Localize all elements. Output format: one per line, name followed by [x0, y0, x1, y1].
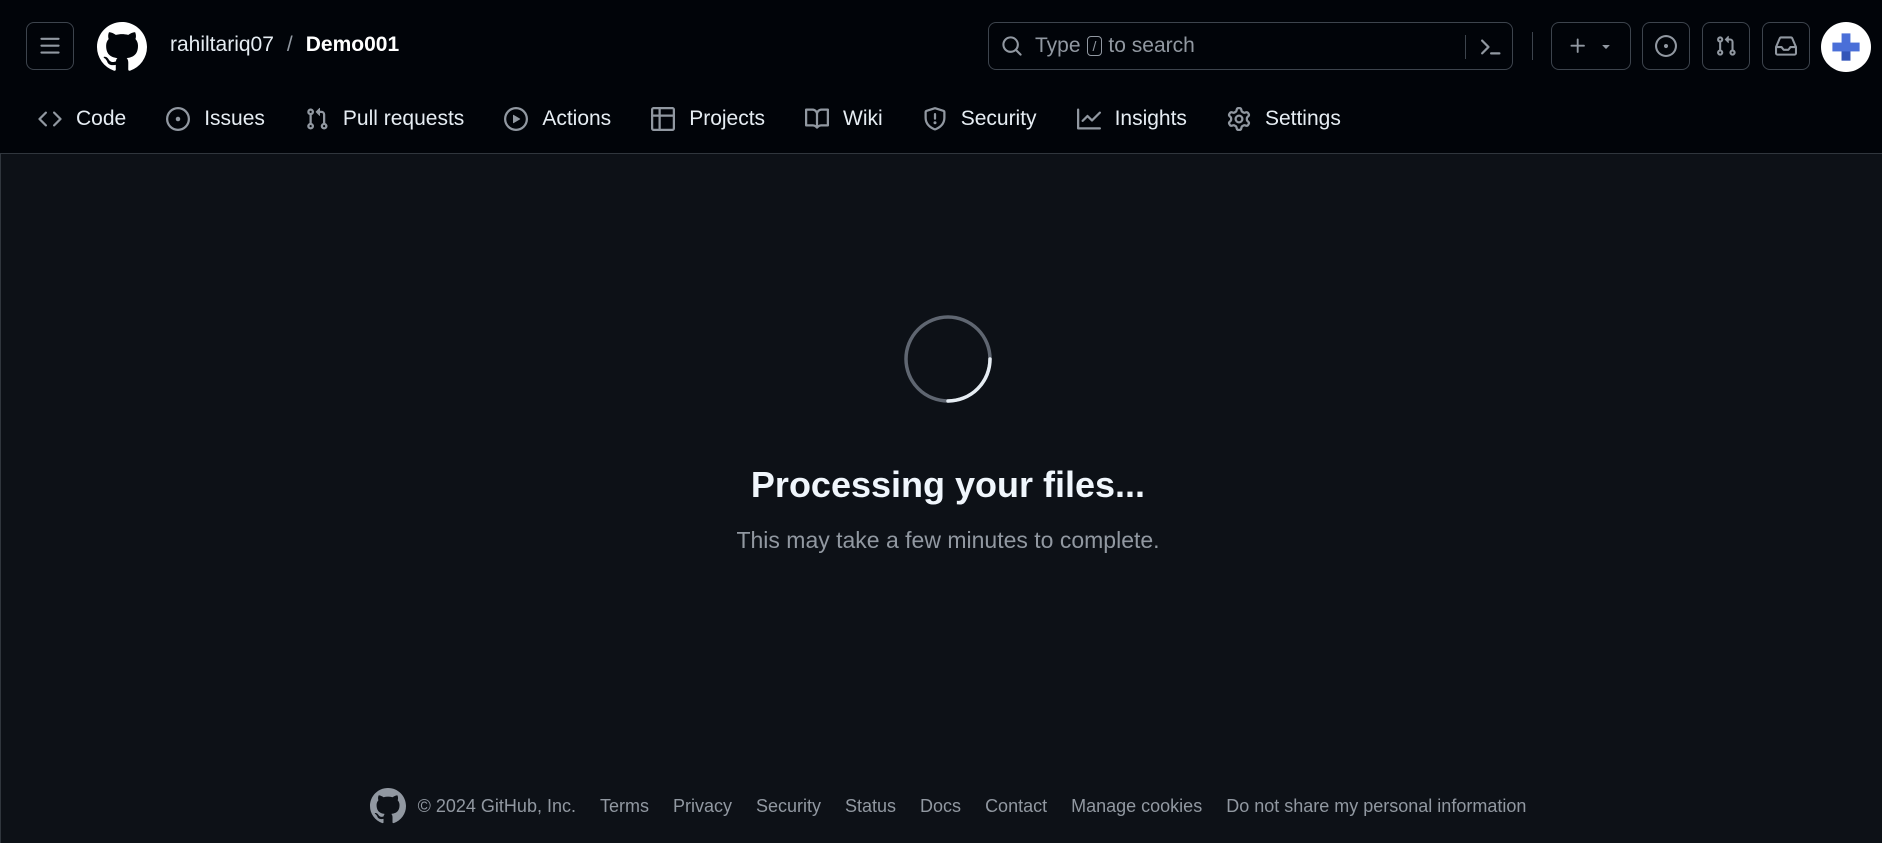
- command-palette-icon[interactable]: [1478, 35, 1502, 59]
- tab-pull-requests[interactable]: Pull requests: [303, 92, 466, 146]
- tab-insights[interactable]: Insights: [1075, 92, 1189, 146]
- notifications-button[interactable]: [1762, 22, 1810, 70]
- plus-icon: [1570, 38, 1585, 53]
- footer-link-terms[interactable]: Terms: [600, 796, 649, 817]
- your-issues-button[interactable]: [1642, 22, 1690, 70]
- issue-opened-icon: [1655, 35, 1677, 57]
- footer-link-do-not-share[interactable]: Do not share my personal information: [1226, 796, 1526, 817]
- processing-title: Processing your files...: [750, 464, 1146, 505]
- footer-link-security[interactable]: Security: [756, 796, 821, 817]
- copyright-text: © 2024 GitHub, Inc.: [417, 795, 576, 816]
- footer-link-docs[interactable]: Docs: [920, 796, 961, 817]
- search-shortcut-key: /: [1086, 36, 1103, 56]
- repo-link[interactable]: Demo001: [306, 33, 399, 57]
- header-divider: [1532, 32, 1533, 60]
- tab-projects[interactable]: Projects: [649, 92, 767, 146]
- tab-security[interactable]: Security: [921, 92, 1039, 146]
- tab-wiki[interactable]: Wiki: [803, 92, 885, 146]
- app-header: rahiltariq07 / Demo001 Type / to search: [0, 0, 1882, 154]
- github-logo-icon[interactable]: [369, 788, 406, 824]
- shield-icon: [923, 107, 947, 131]
- breadcrumb: rahiltariq07 / Demo001: [170, 33, 399, 57]
- github-logo-icon[interactable]: [96, 22, 147, 72]
- tab-label: Security: [960, 107, 1037, 130]
- graph-icon: [1076, 107, 1101, 131]
- gear-icon: [1227, 107, 1251, 131]
- book-icon: [805, 107, 830, 131]
- issue-opened-icon: [166, 107, 191, 131]
- footer-link-status[interactable]: Status: [845, 796, 896, 817]
- footer: © 2024 GitHub, Inc. Terms Privacy Securi…: [0, 786, 1882, 826]
- footer-link-manage-cookies[interactable]: Manage cookies: [1071, 796, 1202, 817]
- breadcrumb-separator: /: [286, 33, 293, 56]
- git-pull-request-icon: [1717, 35, 1736, 56]
- loading-spinner-icon: [904, 315, 992, 403]
- tab-label: Issues: [204, 107, 265, 130]
- top-bar: rahiltariq07 / Demo001 Type / to search: [0, 0, 1882, 92]
- hamburger-icon: [40, 37, 60, 54]
- search-icon: [1001, 35, 1023, 57]
- tab-label: Settings: [1264, 107, 1341, 130]
- tab-label: Wiki: [843, 107, 883, 130]
- tab-label: Code: [76, 107, 127, 130]
- create-new-button[interactable]: [1551, 22, 1631, 70]
- processing-subtitle: This may take a few minutes to complete.: [736, 527, 1160, 553]
- inbox-icon: [1775, 36, 1797, 56]
- tab-label: Insights: [1114, 107, 1187, 130]
- tab-label: Actions: [542, 107, 612, 130]
- footer-link-contact[interactable]: Contact: [985, 796, 1047, 817]
- search-placeholder-prefix: Type: [1035, 34, 1081, 57]
- tab-label: Pull requests: [342, 107, 465, 130]
- table-icon: [651, 107, 676, 131]
- tab-actions[interactable]: Actions: [502, 92, 613, 146]
- repo-nav: Code Issues Pull requests Actions Projec…: [0, 92, 1882, 154]
- search-divider: [1465, 35, 1466, 59]
- owner-link[interactable]: rahiltariq07: [170, 33, 274, 57]
- avatar[interactable]: [1821, 22, 1871, 72]
- tab-label: Projects: [689, 107, 766, 130]
- your-pull-requests-button[interactable]: [1702, 22, 1750, 70]
- code-icon: [38, 107, 62, 131]
- play-icon: [504, 107, 529, 131]
- triangle-down-icon: [1602, 45, 1610, 49]
- git-pull-request-icon: [305, 107, 329, 131]
- menu-button[interactable]: [26, 22, 74, 70]
- tab-settings[interactable]: Settings: [1225, 92, 1343, 146]
- footer-link-privacy[interactable]: Privacy: [673, 796, 732, 817]
- tab-issues[interactable]: Issues: [164, 92, 267, 146]
- search-input[interactable]: Type / to search: [988, 22, 1513, 70]
- search-placeholder-suffix: to search: [1108, 34, 1195, 57]
- tab-code[interactable]: Code: [36, 92, 128, 146]
